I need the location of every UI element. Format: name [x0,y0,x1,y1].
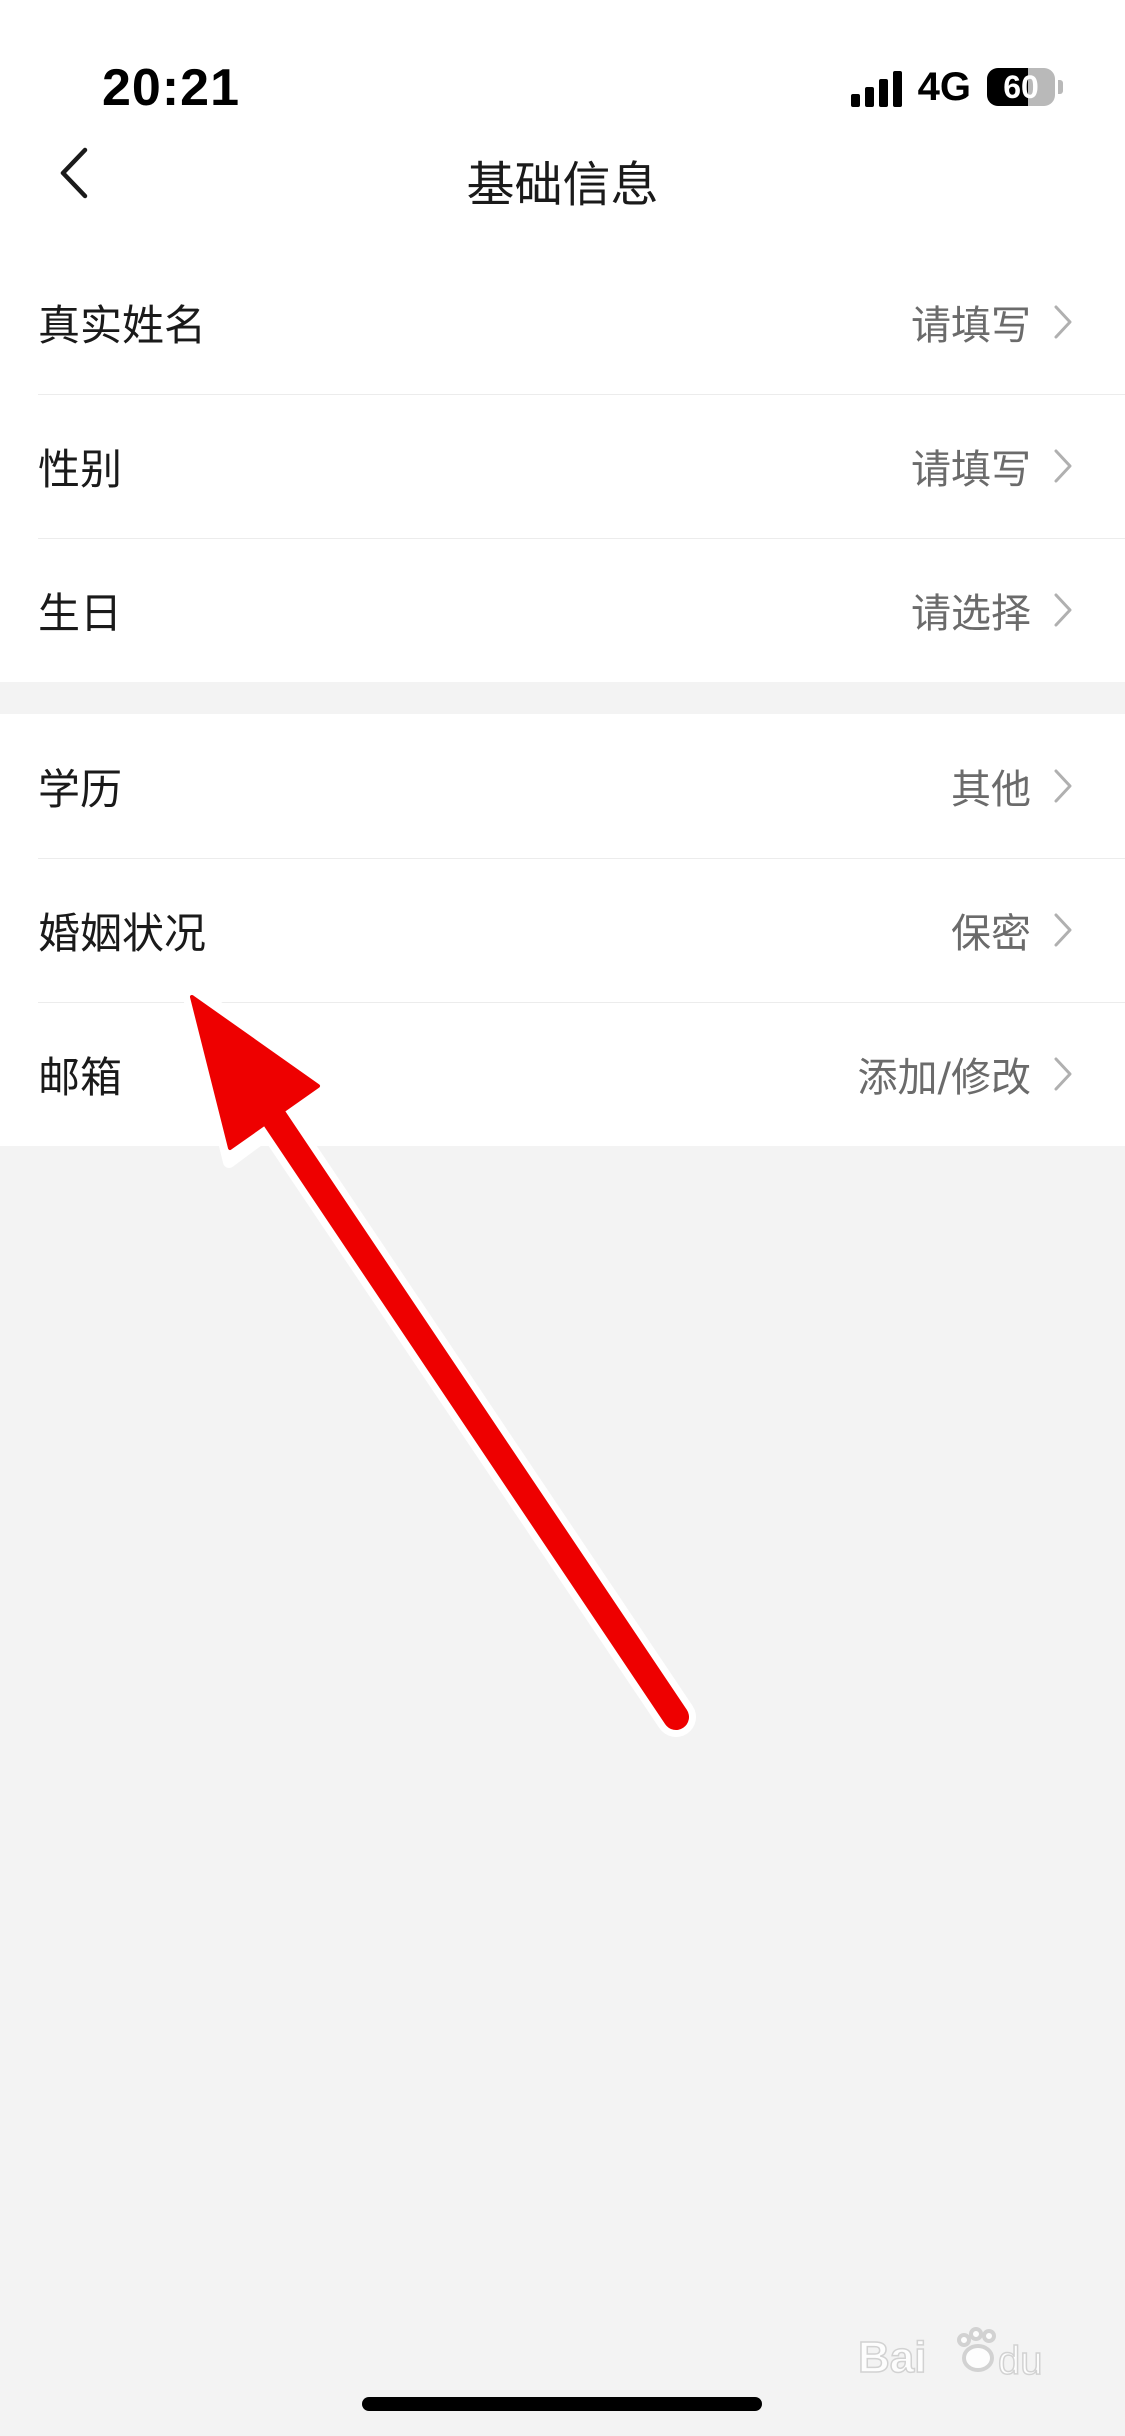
baidu-jingyan-watermark: Bai du [858,2322,1058,2392]
battery-icon: 60 [987,68,1055,106]
home-indicator[interactable] [362,2397,762,2411]
row-label: 性别 [38,444,123,494]
row-value: 请填写 [911,303,1031,349]
chevron-right-icon [1053,766,1077,806]
row-label: 生日 [38,588,123,638]
settings-row-gender[interactable]: 性别 请填写 [0,394,1125,538]
status-indicators: 4G 60 [850,64,1063,110]
chevron-right-icon [1053,302,1077,342]
svg-text:Bai: Bai [858,2333,926,2382]
settings-row-marital-status[interactable]: 婚姻状况 保密 [0,858,1125,1002]
cellular-signal-icon [850,67,902,107]
svg-text:du: du [998,2339,1043,2383]
chevron-right-icon [1053,910,1077,950]
row-value: 请填写 [911,447,1031,493]
row-label: 婚姻状况 [38,908,207,958]
row-label: 邮箱 [38,1052,123,1102]
settings-row-real-name[interactable]: 真实姓名 请填写 [0,250,1125,394]
settings-row-birthday[interactable]: 生日 请选择 [0,538,1125,682]
top-bar: 20:21 4G 60 基础信息 [0,0,1125,250]
settings-row-education[interactable]: 学历 其他 [0,714,1125,858]
row-value: 其他 [951,767,1031,813]
settings-group-more: 学历 其他 婚姻状况 保密 邮箱 添加/修改 [0,714,1125,1146]
chevron-right-icon [1053,590,1077,630]
battery-percent: 60 [1003,68,1039,105]
settings-group-basic: 真实姓名 请填写 性别 请填写 生日 请选择 [0,250,1125,682]
baidu-paw-icon: Bai du [858,2327,1043,2384]
chevron-right-icon [1053,1054,1077,1094]
battery-cap [1058,80,1063,94]
row-value: 请选择 [911,591,1031,637]
row-label: 学历 [38,764,123,814]
row-value: 保密 [951,911,1031,957]
settings-row-email[interactable]: 邮箱 添加/修改 [0,1002,1125,1146]
page-title: 基础信息 [466,157,659,213]
chevron-right-icon [1053,446,1077,486]
status-time: 20:21 [102,59,240,117]
row-label: 真实姓名 [38,300,207,350]
row-value: 添加/修改 [857,1055,1031,1101]
network-type: 4G [917,64,971,109]
